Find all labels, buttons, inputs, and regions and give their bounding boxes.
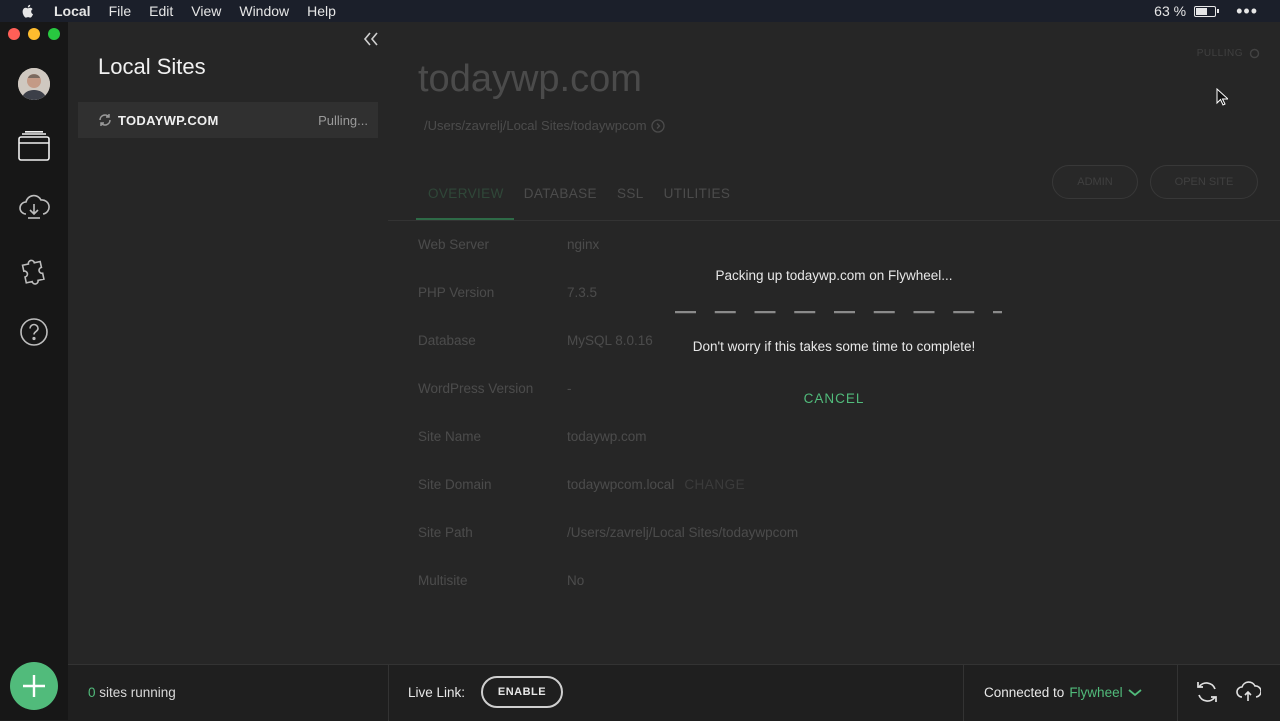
change-domain-link[interactable]: CHANGE <box>684 477 745 492</box>
site-tabs: OVERVIEW DATABASE SSL UTILITIES <box>428 186 730 201</box>
live-link-label: Live Link: <box>408 685 466 700</box>
info-label: Site Path <box>418 525 473 540</box>
sync-status-label: PULLING <box>1196 48 1243 59</box>
addons-nav-button[interactable] <box>16 252 52 288</box>
plus-icon <box>23 675 45 697</box>
battery-icon[interactable] <box>1194 5 1220 17</box>
sites-panel-title: Local Sites <box>98 54 206 79</box>
help-nav-button[interactable] <box>16 314 52 350</box>
mouse-cursor-icon <box>1216 88 1228 106</box>
footer-divider <box>388 665 389 721</box>
sites-running-label: sites running <box>95 685 176 700</box>
sync-icon[interactable] <box>1194 679 1220 705</box>
footer-divider <box>963 665 964 721</box>
info-label: Multisite <box>418 573 468 588</box>
site-list-item-name: TODAYWP.COM <box>118 112 219 128</box>
help-icon <box>20 318 48 346</box>
info-value: 7.3.5 <box>567 285 598 300</box>
user-avatar[interactable] <box>18 68 50 100</box>
progress-message: Packing up todaywp.com on Flywheel... <box>715 268 953 283</box>
avatar-image <box>18 68 50 100</box>
site-list-item[interactable]: TODAYWP.COM Pulling... <box>78 102 378 138</box>
close-window-button[interactable] <box>8 28 20 40</box>
info-label: WordPress Version <box>418 381 534 396</box>
provider-name: Flywheel <box>1069 685 1123 700</box>
puzzle-icon <box>21 259 45 285</box>
apple-icon[interactable] <box>20 3 36 19</box>
sites-running-status: 0 sites running <box>88 685 176 700</box>
info-row-web-server: Web Server nginx <box>418 237 599 252</box>
cancel-button[interactable]: CANCEL <box>784 391 884 406</box>
reveal-arrow-icon <box>650 118 665 133</box>
site-path-link[interactable]: /Users/zavrelj/Local Sites/todaywpcom <box>424 118 665 133</box>
info-row-site-path: Site Path/Users/zavrelj/Local Sites/toda… <box>418 525 798 540</box>
info-row-site-name: Site Name todaywp.com <box>418 429 647 444</box>
info-row-database: Database MySQL 8.0.16 <box>418 333 653 348</box>
tabs-divider <box>388 220 1280 221</box>
enable-live-link-button[interactable]: ENABLE <box>481 676 563 708</box>
minimize-window-button[interactable] <box>28 28 40 40</box>
more-icon[interactable]: ••• <box>1236 2 1258 20</box>
site-title: todaywp.com <box>418 58 642 100</box>
status-footer: 0 sites running Live Link: ENABLE Connec… <box>68 664 1280 721</box>
progress-indicator <box>675 311 1002 314</box>
menu-help[interactable]: Help <box>307 3 336 19</box>
info-value: - <box>567 381 572 396</box>
info-value: No <box>567 573 585 588</box>
chevron-down-icon <box>1128 688 1142 696</box>
info-value: /Users/zavrelj/Local Sites/todaywpcom <box>567 525 799 540</box>
add-site-button[interactable] <box>10 662 58 710</box>
connected-label: Connected to <box>984 685 1065 700</box>
info-label: PHP Version <box>418 285 495 300</box>
open-site-button[interactable]: OPEN SITE <box>1150 165 1258 199</box>
site-list-item-status: Pulling... <box>318 112 368 128</box>
site-path-text: /Users/zavrelj/Local Sites/todaywpcom <box>424 118 647 133</box>
zoom-window-button[interactable] <box>48 28 60 40</box>
menu-bar: Local File Edit View Window Help 63 % ••… <box>0 0 1280 22</box>
sites-nav-button[interactable] <box>16 128 52 164</box>
info-row-wordpress-version: WordPress Version - <box>418 381 572 396</box>
info-label: Site Name <box>418 429 482 444</box>
menu-view[interactable]: View <box>191 3 221 19</box>
spinner-icon <box>1249 48 1260 59</box>
info-label: Site Domain <box>418 477 492 492</box>
cloud-download-icon <box>19 194 50 219</box>
icon-sidebar <box>0 22 68 720</box>
info-value: todaywpcom.local <box>567 477 675 492</box>
tab-database[interactable]: DATABASE <box>524 186 597 201</box>
info-value: nginx <box>567 237 600 252</box>
tab-overview[interactable]: OVERVIEW <box>428 186 504 201</box>
menu-file[interactable]: File <box>109 3 132 19</box>
sites-running-count: 0 <box>88 685 96 700</box>
connect-nav-button[interactable] <box>16 190 52 226</box>
cloud-upload-icon[interactable] <box>1235 679 1261 705</box>
info-row-multisite: Multisite No <box>418 573 584 588</box>
menu-edit[interactable]: Edit <box>149 3 173 19</box>
info-row-site-domain: Site Domain todaywpcom.local CHANGE <box>418 477 745 492</box>
tab-utilities[interactable]: UTILITIES <box>664 186 731 201</box>
sync-spinner-icon <box>99 114 111 126</box>
sites-panel: Local Sites TODAYWP.COM Pulling... <box>68 22 388 664</box>
info-row-php-version: PHP Version 7.3.5 <box>418 285 597 300</box>
connection-status[interactable]: Connected to Flywheel <box>984 685 1142 700</box>
footer-divider <box>1177 665 1178 721</box>
info-value: todaywp.com <box>567 429 647 444</box>
sync-status: PULLING <box>1197 48 1260 59</box>
menu-window[interactable]: Window <box>239 3 289 19</box>
menu-app-name[interactable]: Local <box>54 3 91 19</box>
info-label: Database <box>418 333 476 348</box>
sites-icon <box>18 131 50 161</box>
tab-ssl[interactable]: SSL <box>617 186 644 201</box>
collapse-sidebar-icon[interactable] <box>362 30 380 48</box>
admin-button[interactable]: ADMIN <box>1052 165 1138 199</box>
battery-percent: 63 % <box>1154 3 1187 19</box>
progress-hint: Don't worry if this takes some time to c… <box>692 339 976 354</box>
info-label: Web Server <box>418 237 490 252</box>
app-window: Local Sites TODAYWP.COM Pulling... PULLI… <box>0 22 1280 721</box>
